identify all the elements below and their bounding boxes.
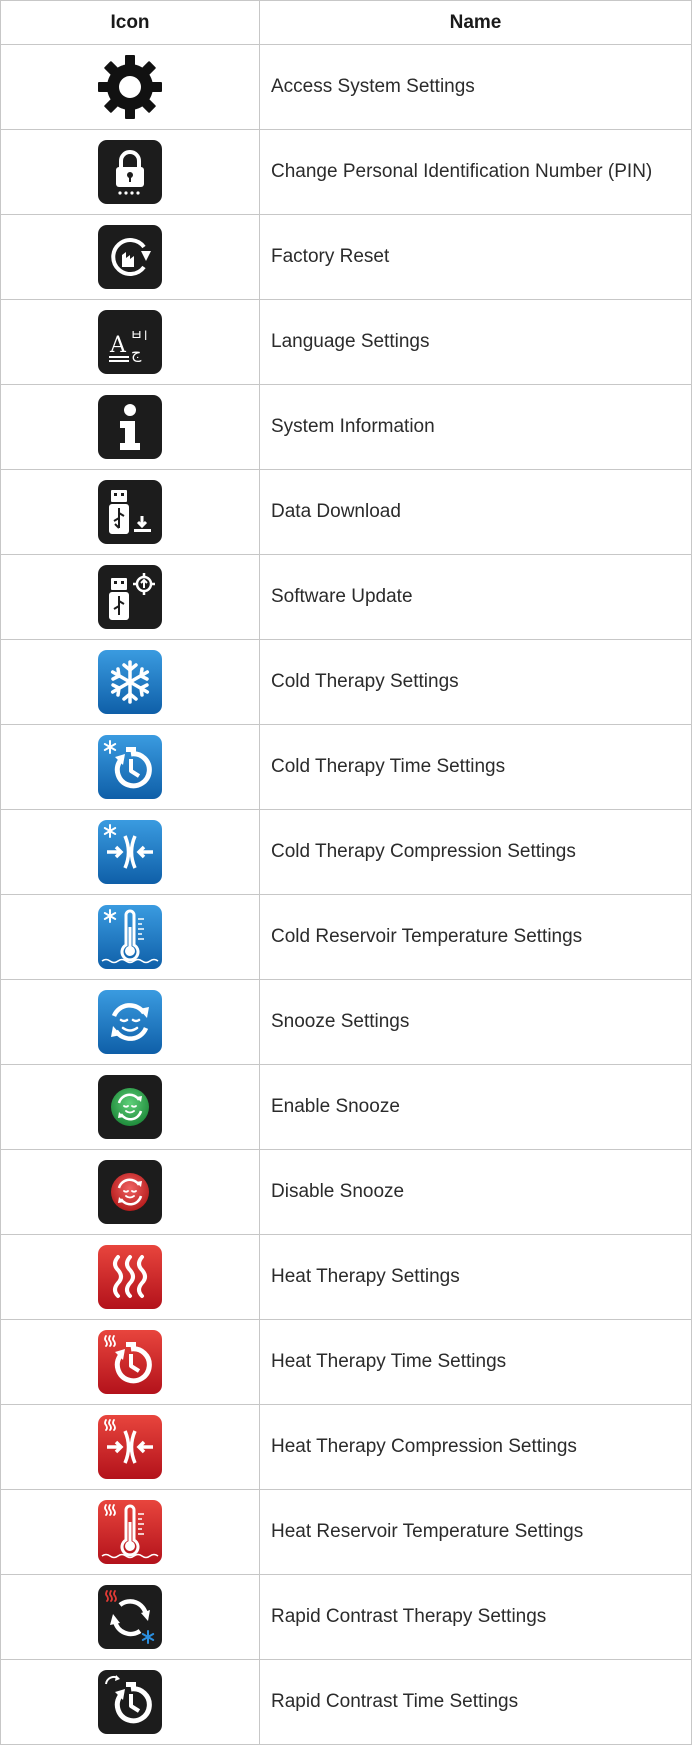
rapid-contrast-icon [98,1585,162,1649]
cold-timer-icon [98,735,162,799]
icon-column-header: Icon [0,0,260,45]
info-icon [98,395,162,459]
icon-reference-table: Icon Name Access System Settings Change … [0,0,692,1745]
language-icon: A ㅂ l ج [98,310,162,374]
gear-icon [1,51,259,123]
svg-text:ㅂ: ㅂ [130,328,143,344]
heat-timer-icon [98,1330,162,1394]
snooze-disable-icon [98,1160,162,1224]
svg-text:ج: ج [131,343,142,363]
usb-update-icon [98,565,162,629]
name-column-header: Name [259,0,692,45]
svg-text:A: A [109,333,127,358]
setting-name: Disable Snooze [259,1149,692,1235]
setting-name: Data Download [259,469,692,555]
setting-name: Cold Reservoir Temperature Settings [259,894,692,980]
table-row: Data Download [0,469,692,555]
table-row: Heat Therapy Settings [0,1234,692,1320]
rapid-contrast-timer-icon [98,1670,162,1734]
table-row: Rapid Contrast Therapy Settings [0,1574,692,1660]
setting-name: Cold Therapy Compression Settings [259,809,692,895]
table-row: Cold Reservoir Temperature Settings [0,894,692,980]
table-header-row: Icon Name [0,0,692,45]
table-row: Rapid Contrast Time Settings [0,1659,692,1745]
setting-name: Snooze Settings [259,979,692,1065]
setting-name: Rapid Contrast Therapy Settings [259,1574,692,1660]
setting-name: Heat Therapy Compression Settings [259,1404,692,1490]
table-row: Enable Snooze [0,1064,692,1150]
heat-waves-icon [98,1245,162,1309]
table-row: Software Update [0,554,692,640]
table-row: Heat Reservoir Temperature Settings [0,1489,692,1575]
table-row: Cold Therapy Compression Settings [0,809,692,895]
usb-download-icon [98,480,162,544]
snowflake-icon [98,650,162,714]
setting-name: Factory Reset [259,214,692,300]
setting-name: System Information [259,384,692,470]
table-row: Heat Therapy Compression Settings [0,1404,692,1490]
setting-name: Access System Settings [259,44,692,130]
snooze-icon [98,990,162,1054]
setting-name: Cold Therapy Settings [259,639,692,725]
cold-compression-icon [98,820,162,884]
setting-name: Enable Snooze [259,1064,692,1150]
svg-text:l: l [144,329,147,343]
setting-name: Heat Therapy Time Settings [259,1319,692,1405]
table-row: Change Personal Identification Number (P… [0,129,692,215]
table-row: Cold Therapy Settings [0,639,692,725]
cold-thermometer-icon [98,905,162,969]
table-row: System Information [0,384,692,470]
table-row: A ㅂ l ج Language Settings [0,299,692,385]
setting-name: Heat Therapy Settings [259,1234,692,1320]
table-row: Heat Therapy Time Settings [0,1319,692,1405]
table-row: Access System Settings [0,44,692,130]
heat-thermometer-icon [98,1500,162,1564]
setting-name: Language Settings [259,299,692,385]
setting-name: Software Update [259,554,692,640]
setting-name: Heat Reservoir Temperature Settings [259,1489,692,1575]
table-row: Snooze Settings [0,979,692,1065]
setting-name: Cold Therapy Time Settings [259,724,692,810]
factory-reset-icon [98,225,162,289]
snooze-enable-icon [98,1075,162,1139]
lock-icon [98,140,162,204]
setting-name: Rapid Contrast Time Settings [259,1659,692,1745]
table-row: Cold Therapy Time Settings [0,724,692,810]
heat-compression-icon [98,1415,162,1479]
table-row: Disable Snooze [0,1149,692,1235]
table-row: Factory Reset [0,214,692,300]
setting-name: Change Personal Identification Number (P… [259,129,692,215]
